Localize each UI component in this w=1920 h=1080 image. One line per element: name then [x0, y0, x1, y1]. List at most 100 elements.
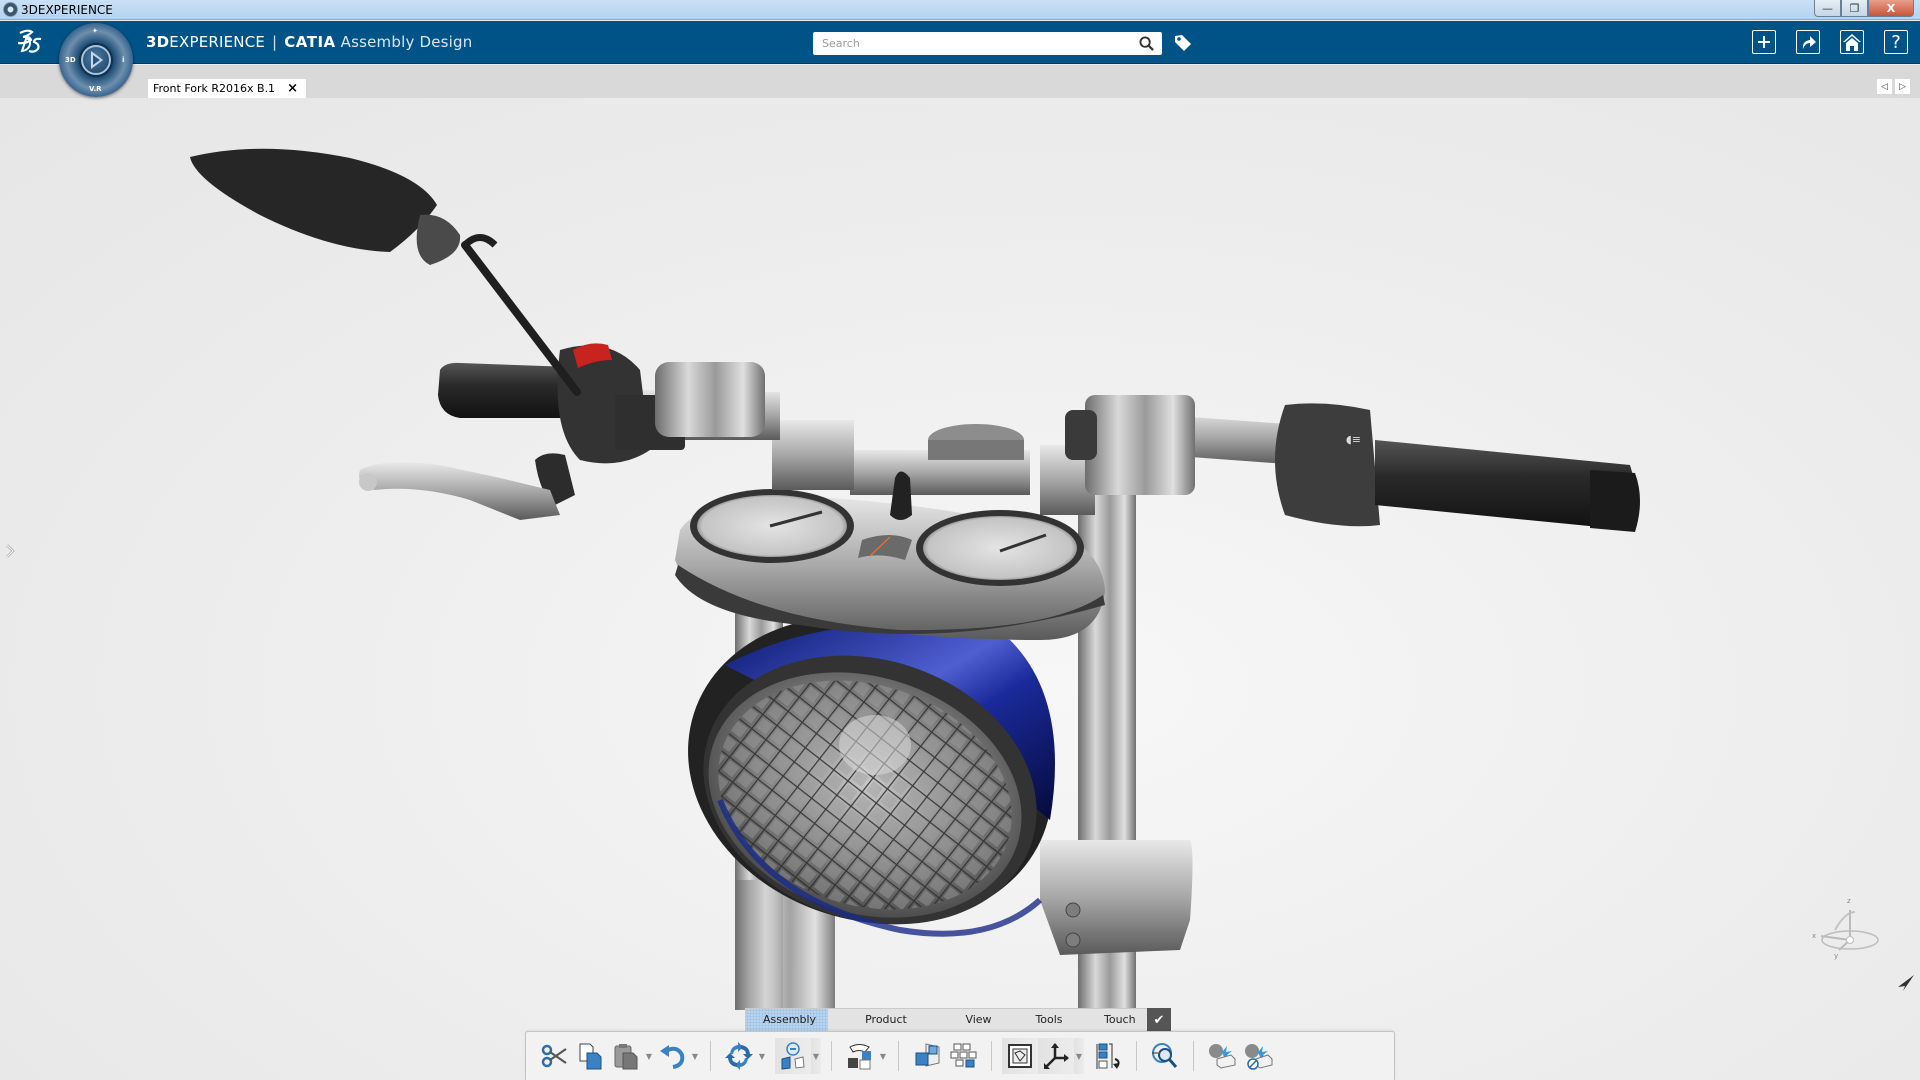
add-content-button[interactable] [1752, 30, 1776, 54]
paste-button[interactable] [608, 1038, 644, 1074]
search-box [813, 32, 1162, 55]
axis-compass-icon[interactable]: z x y [1805, 890, 1885, 970]
undo-button[interactable] [654, 1038, 690, 1074]
left-handlebar [359, 343, 780, 520]
box-view-icon [1008, 1044, 1032, 1068]
box-view-button[interactable] [1002, 1038, 1038, 1074]
pattern-icon [950, 1043, 977, 1068]
section-tab-assembly[interactable]: Assembly [746, 1009, 828, 1031]
window-controls: — ❐ X [1814, 0, 1914, 18]
zoom-target-icon [1152, 1043, 1178, 1068]
compass-top-quadrant[interactable]: ✦ [92, 27, 98, 35]
search-icon[interactable] [1139, 36, 1154, 51]
search-input[interactable] [813, 32, 1123, 55]
axis-system-button[interactable] [1038, 1038, 1074, 1074]
compass-left-quadrant[interactable]: 3D [65, 56, 76, 64]
brand-name: EXPERIENCE [169, 33, 266, 51]
home-icon [1843, 34, 1861, 51]
toolbar-separator [831, 1041, 832, 1071]
undo-dropdown-icon[interactable]: ▼ [690, 1038, 700, 1074]
toolbar-separator [898, 1041, 899, 1071]
tab-prev-button[interactable]: ◁ [1877, 79, 1892, 94]
share-button[interactable] [1796, 30, 1820, 54]
app-brand: 3DEXPERIENCE | CATIA Assembly Design [146, 33, 472, 51]
insert-component-button[interactable] [842, 1038, 878, 1074]
clutch-lever [359, 462, 560, 520]
paste-dropdown-icon[interactable]: ▼ [644, 1038, 654, 1074]
pattern-button[interactable] [945, 1038, 981, 1074]
home-button[interactable] [1840, 30, 1864, 54]
action-bar-section-tabs: Assembly Product Edition View Tools Touc… [745, 1008, 1152, 1048]
plus-icon [1758, 36, 1770, 48]
window-title: 3DEXPERIENCE [21, 3, 113, 17]
motorcycle-front-fork-model[interactable]: ◖≡ [0, 98, 1920, 1080]
insert-component-icon [848, 1044, 871, 1070]
app-name: Assembly Design [340, 33, 473, 51]
copy-button[interactable] [572, 1038, 608, 1074]
clash-filter-button[interactable] [1240, 1038, 1276, 1074]
reorder-tree-icon [1096, 1043, 1120, 1069]
lower-fork-clamp [1040, 840, 1193, 955]
right-riser-clamp [1085, 395, 1195, 495]
axis-z-label: z [1847, 897, 1851, 905]
engineering-connection-button[interactable] [775, 1038, 811, 1074]
left-riser-clamp [655, 362, 765, 437]
view-pointer-icon [1898, 975, 1914, 991]
brand-prefix: 3D [146, 33, 170, 51]
share-arrow-icon [1802, 36, 1816, 49]
right-gauge [923, 516, 1077, 580]
chevron-down-icon: ✔ [1153, 1012, 1165, 1028]
tag-icon[interactable] [1173, 33, 1193, 53]
help-icon: ? [1891, 31, 1901, 53]
clash-icon [1209, 1044, 1236, 1069]
update-button[interactable] [721, 1038, 757, 1074]
toolbar-separator [1193, 1041, 1194, 1071]
section-tab-view[interactable]: View [944, 1009, 1013, 1031]
update-dropdown-icon[interactable]: ▼ [757, 1038, 767, 1074]
compass-bottom-quadrant[interactable]: V.R [89, 85, 102, 93]
engineering-connection-dropdown-icon[interactable]: ▼ [811, 1038, 821, 1074]
cut-button[interactable] [536, 1038, 572, 1074]
product-name: CATIA [284, 33, 336, 51]
left-mirror [190, 148, 581, 396]
action-bar-collapse-button[interactable]: ✔ [1147, 1008, 1171, 1032]
update-cycle-icon [725, 1042, 753, 1070]
tab-next-button[interactable]: ▷ [1895, 79, 1910, 94]
right-switch-housing [1275, 403, 1380, 527]
minimize-button[interactable]: — [1814, 0, 1841, 17]
undo-icon [660, 1045, 685, 1069]
section-tab-product-edition[interactable]: Product Edition [828, 1009, 944, 1048]
section-tab-tools[interactable]: Tools [1013, 1009, 1085, 1031]
restore-button[interactable]: ❐ [1841, 0, 1868, 17]
ds-logo[interactable] [14, 27, 44, 63]
headlight-bulb [839, 715, 911, 775]
axis-system-dropdown-icon[interactable]: ▼ [1074, 1038, 1084, 1074]
explode-icon [915, 1043, 940, 1067]
document-tab-label: Front Fork R2016x B.1 [153, 82, 276, 95]
3d-viewport[interactable]: ◖≡ z x y [0, 98, 1920, 1080]
reorder-tree-button[interactable] [1090, 1038, 1126, 1074]
top-bar: 3DEXPERIENCE | CATIA Assembly Design ? [0, 21, 1920, 64]
axis-y-label: y [1834, 952, 1838, 960]
paste-icon [614, 1044, 638, 1070]
insert-component-dropdown-icon[interactable]: ▼ [878, 1038, 888, 1074]
section-tab-touch[interactable]: Touch [1085, 1009, 1151, 1031]
side-panel-expander-icon[interactable] [4, 542, 16, 560]
toolbar-separator [710, 1041, 711, 1071]
close-button[interactable]: X [1868, 0, 1914, 17]
compass-right-quadrant[interactable]: i [122, 56, 124, 64]
help-button[interactable]: ? [1884, 30, 1908, 54]
right-handlebar: ◖≡ [1065, 395, 1640, 532]
window-titlebar: 3DEXPERIENCE — ❐ X [0, 0, 1920, 20]
search-in-model-button[interactable] [1147, 1038, 1183, 1074]
toolbar-separator [991, 1041, 992, 1071]
axis-system-icon [1044, 1043, 1069, 1069]
top-actions: ? [1752, 30, 1908, 54]
clash-filter-icon [1245, 1044, 1273, 1070]
compass-widget[interactable]: ✦ 3D i V.R [59, 23, 133, 97]
toolbar-separator [1136, 1041, 1137, 1071]
close-icon[interactable]: × [287, 81, 298, 96]
document-tab[interactable]: Front Fork R2016x B.1 × [148, 79, 306, 98]
explode-button[interactable] [909, 1038, 945, 1074]
clash-button[interactable] [1204, 1038, 1240, 1074]
